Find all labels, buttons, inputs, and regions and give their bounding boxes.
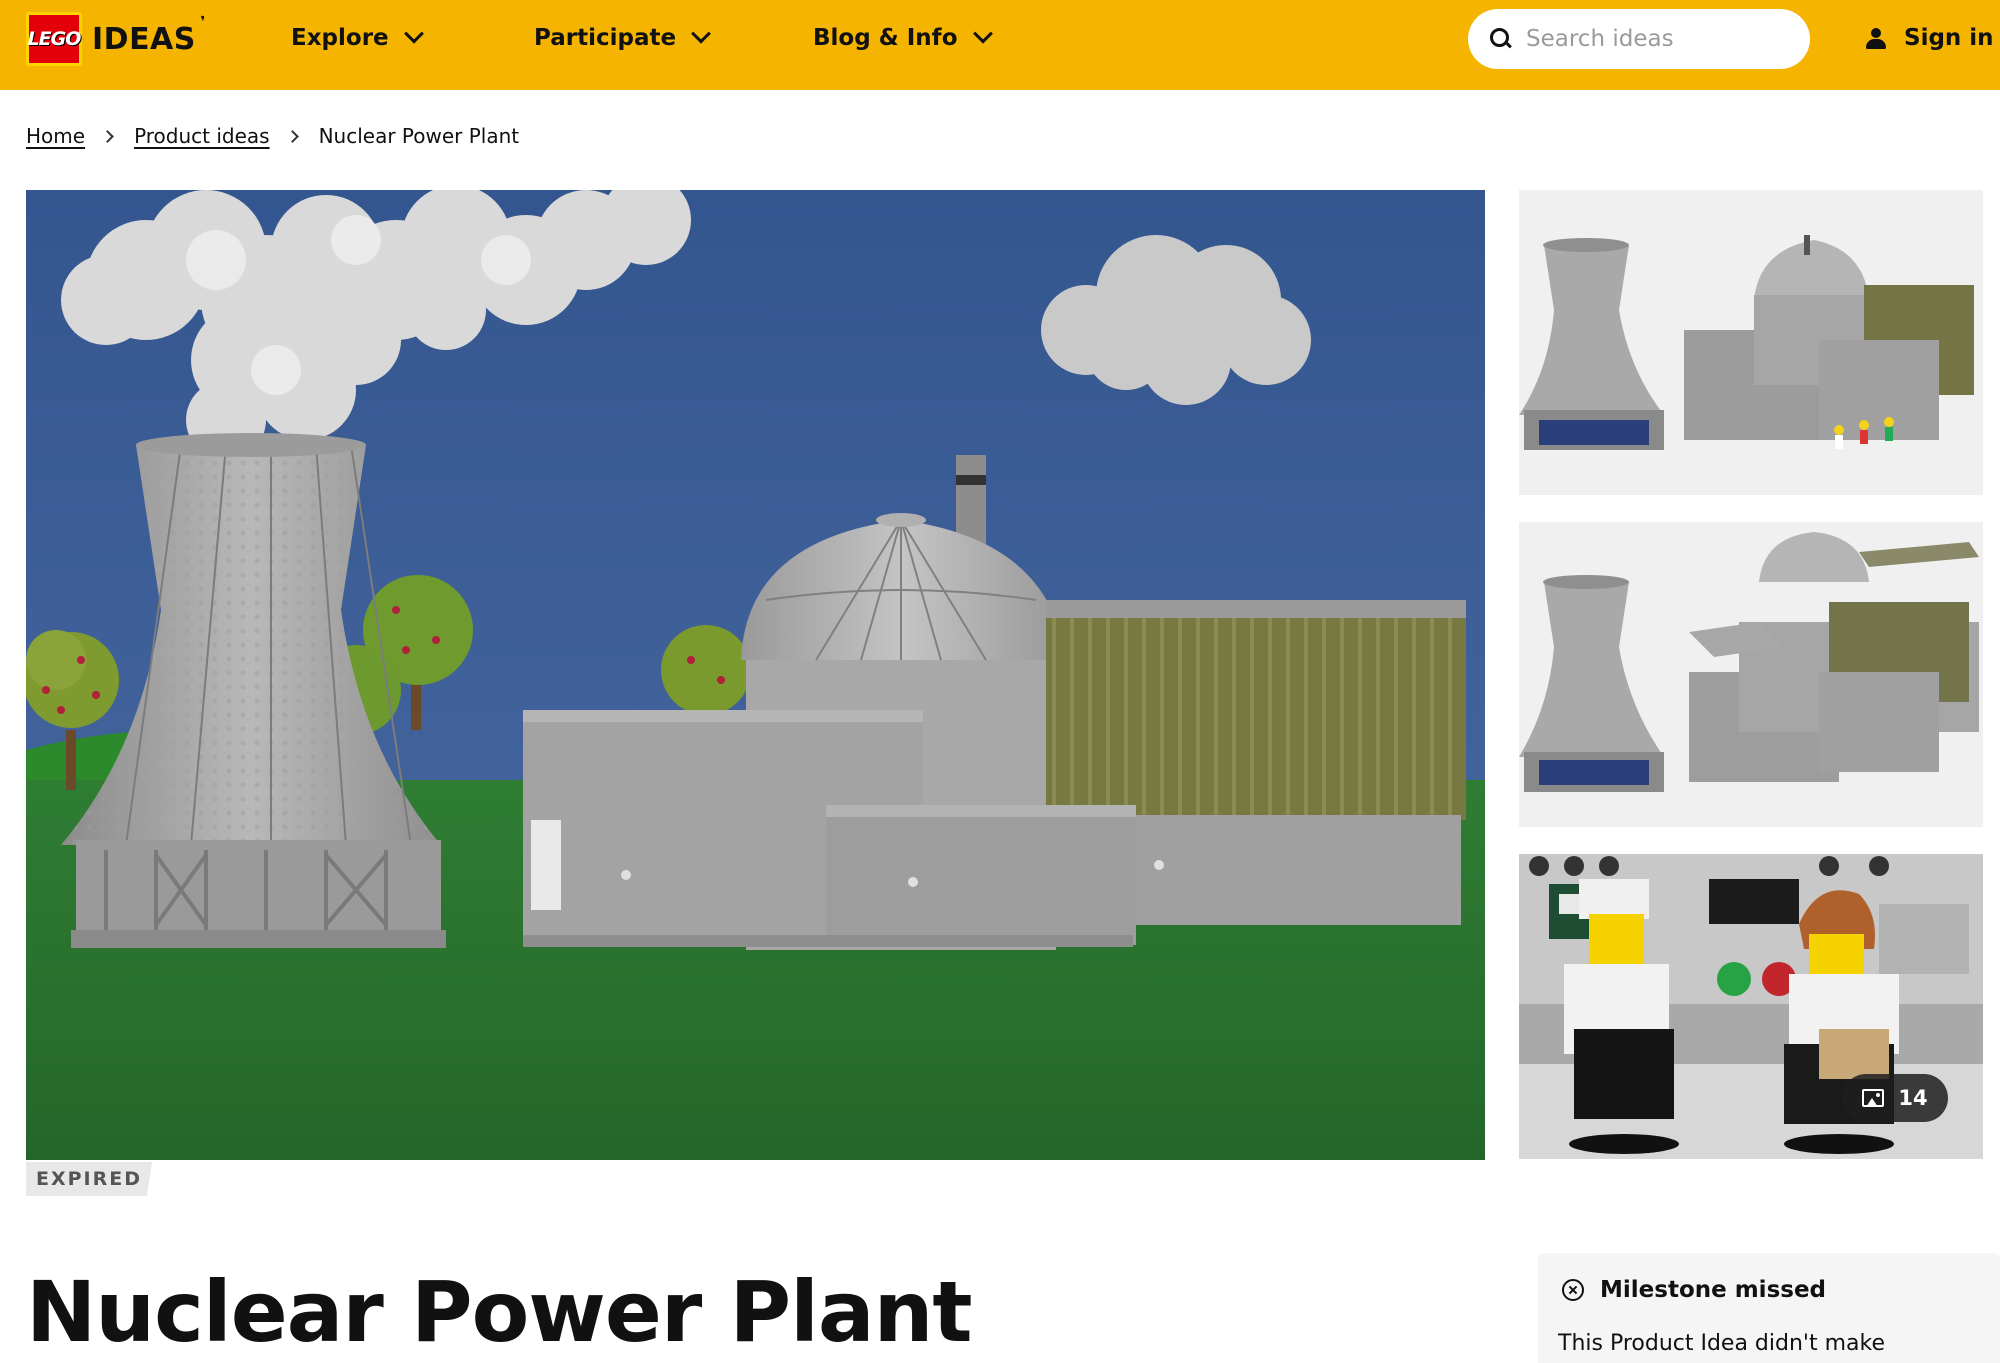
chevron-right-icon [101,129,114,143]
chevron-down-icon [691,23,711,44]
gallery-thumbnail[interactable] [1519,522,1983,827]
chevron-right-icon [285,129,299,143]
photo-count-value: 14 [1898,1086,1928,1110]
logo-brand-text: LEGO [27,28,82,50]
thumbnail-plant-overview [1519,190,1983,495]
nav-explore-label: Explore [291,25,389,51]
nav-participate[interactable]: Participate [534,20,711,56]
breadcrumb: Home Product ideas Nuclear Power Plant [26,124,519,148]
search-input[interactable] [1526,26,1786,52]
photo-count-button[interactable]: 14 [1842,1074,1948,1122]
chevron-down-icon [972,23,993,44]
nav-blog-info-label: Blog & Info [813,25,958,51]
nav-blog-info[interactable]: Blog & Info [813,20,993,56]
milestone-card: Milestone missed This Product Idea didn'… [1538,1253,2000,1363]
top-navigation-bar: LEGO IDEAS ❜ Explore Participate Blog & I… [0,0,2000,90]
sign-in-label: Sign in [1904,25,1994,51]
breadcrumb-current: Nuclear Power Plant [318,124,520,148]
milestone-text: This Product Idea didn't make [1558,1331,1885,1356]
nav-explore[interactable]: Explore [291,20,424,56]
spark-icon: ❜ [200,13,206,30]
gallery-thumbnail[interactable] [1519,190,1983,495]
breadcrumb-home[interactable]: Home [26,124,85,148]
lego-logo-icon: LEGO [26,12,82,66]
breadcrumb-product-ideas[interactable]: Product ideas [134,124,270,148]
nav-participate-label: Participate [534,25,677,51]
chevron-down-icon [403,23,424,44]
main-product-image[interactable] [26,190,1485,1160]
thumbnail-plant-open [1519,522,1983,827]
tree-right [661,625,751,715]
search-icon [1490,28,1512,50]
milestone-heading: Milestone missed [1562,1277,1826,1303]
logo-ideas-text: IDEAS ❜ [92,13,206,57]
user-icon [1866,26,1886,50]
search-box[interactable] [1468,9,1810,69]
nuclear-plant-scene-illustration [26,190,1485,1160]
page-title: Nuclear Power Plant [26,1263,973,1361]
lego-ideas-logo[interactable]: LEGO IDEAS ❜ [26,12,206,66]
milestone-heading-text: Milestone missed [1600,1277,1827,1303]
image-icon [1862,1089,1885,1107]
x-circle-icon [1562,1279,1584,1301]
status-badge: EXPIRED [26,1162,152,1196]
sign-in-button[interactable]: Sign in [1866,20,1994,56]
